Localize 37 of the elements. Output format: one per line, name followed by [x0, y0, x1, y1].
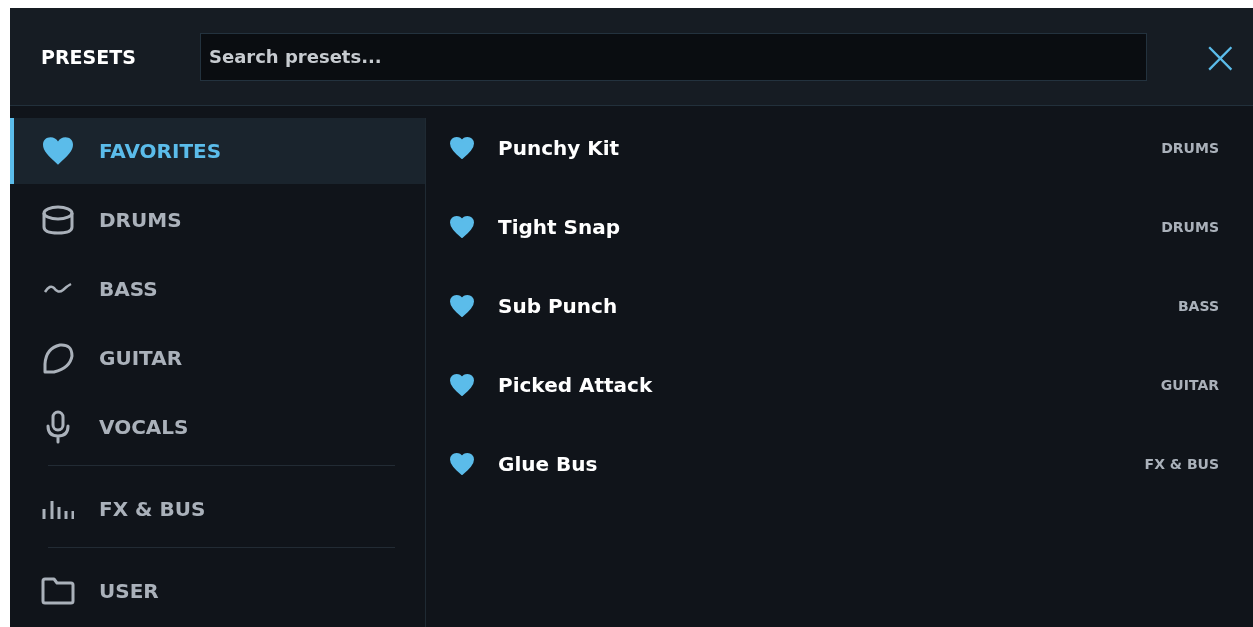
preset-category: DRUMS: [1161, 139, 1219, 156]
category-item[interactable]: BASS: [10, 256, 425, 322]
preset-row[interactable]: Sub Punch BASS: [450, 266, 1219, 345]
heart-icon[interactable]: [450, 294, 474, 317]
category-item[interactable]: DRUMS: [10, 187, 425, 253]
close-button[interactable]: ×: [1197, 33, 1244, 80]
preset-category: GUITAR: [1160, 376, 1219, 393]
panel-title: PRESETS: [40, 45, 137, 68]
preset-name: Punchy Kit: [498, 135, 621, 160]
category-item[interactable]: USER: [10, 558, 425, 624]
preset-row[interactable]: Punchy Kit DRUMS: [450, 108, 1219, 187]
preset-category: DRUMS: [1161, 218, 1219, 235]
category-item[interactable]: GUITAR: [10, 325, 425, 391]
category-item[interactable]: VOCALS: [10, 394, 425, 460]
preset-category: BASS: [1177, 297, 1219, 314]
equalizer-icon: [42, 499, 74, 519]
heart-icon[interactable]: [450, 215, 474, 238]
preset-row[interactable]: Picked Attack GUITAR: [450, 345, 1219, 424]
microphone-icon: [45, 410, 71, 444]
search-field[interactable]: Search presets...: [200, 32, 1147, 81]
heart-icon[interactable]: [450, 452, 474, 475]
heart-icon[interactable]: [450, 373, 474, 396]
preset-name: Tight Snap: [498, 214, 622, 239]
preset-row[interactable]: Glue Bus FX & BUS: [450, 424, 1219, 503]
preset-name: Glue Bus: [498, 451, 599, 476]
wave-icon: [43, 282, 73, 296]
heart-icon[interactable]: [450, 136, 474, 159]
preset-name: Picked Attack: [498, 372, 654, 397]
drum-icon: [41, 205, 75, 235]
folder-icon: [41, 577, 75, 605]
heart-icon: [41, 136, 75, 166]
preset-row[interactable]: Tight Snap DRUMS: [450, 187, 1219, 266]
category-item[interactable]: FX & BUS: [10, 476, 425, 542]
category-item[interactable]: FAVORITES: [10, 118, 425, 184]
preset-name: Sub Punch: [498, 293, 619, 318]
guitar-pick-icon: [42, 342, 74, 374]
preset-category: FX & BUS: [1144, 455, 1219, 472]
